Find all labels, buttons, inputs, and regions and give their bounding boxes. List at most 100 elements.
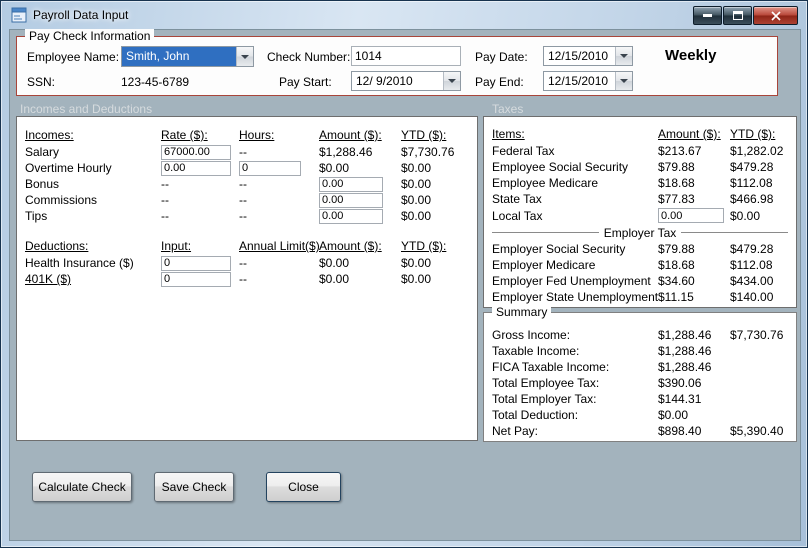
- salary-rate-input[interactable]: [161, 144, 231, 160]
- bonus-amount-input[interactable]: [319, 176, 383, 192]
- tax-row-state: State Tax $77.83 $466.98: [492, 191, 792, 207]
- tax-label: Employer Fed Unemployment: [492, 274, 651, 288]
- taxes-panel: Items: Amount ($): YTD ($): Federal Tax …: [483, 116, 797, 308]
- tax-ytd: $466.98: [730, 192, 774, 206]
- summary-amount: $1,288.46: [658, 360, 712, 374]
- deduction-amount: $0.00: [319, 256, 350, 270]
- tax-row-local: Local Tax $0.00: [492, 207, 792, 224]
- incomes-col-name: Incomes:: [25, 128, 74, 142]
- income-hours: --: [239, 177, 247, 191]
- pay-end-value: 12/15/2010: [548, 74, 609, 88]
- deductions-col-limit: Annual Limit($):: [239, 239, 319, 253]
- dropdown-arrow-icon: [620, 54, 628, 58]
- tax-amount: $18.68: [658, 176, 695, 190]
- incomes-deductions-panel: Incomes: Rate ($): Hours: Amount ($): YT…: [16, 116, 478, 441]
- local-tax-input[interactable]: [658, 208, 724, 224]
- deduction-row-health-insurance: Health Insurance ($) -- $0.00 $0.00: [25, 255, 473, 271]
- tax-ytd: $140.00: [730, 290, 774, 304]
- 401k-link[interactable]: 401K ($): [25, 272, 161, 286]
- tax-amount: $213.67: [658, 144, 702, 158]
- pay-end-picker[interactable]: 12/15/2010: [543, 71, 633, 91]
- income-amount: $0.00: [319, 161, 350, 175]
- summary-ytd: $7,730.76: [730, 328, 784, 342]
- dropdown-arrow-icon: [620, 79, 628, 83]
- taxes-col-amount: Amount ($):: [658, 127, 721, 141]
- income-row-tips: Tips -- -- $0.00: [25, 208, 473, 224]
- income-ytd: $0.00: [401, 193, 432, 207]
- employee-name-dropdown-button[interactable]: [236, 47, 253, 66]
- app-icon: [11, 7, 27, 23]
- divider-line: [492, 232, 599, 233]
- tax-ytd: $479.28: [730, 160, 774, 174]
- income-rate: --: [161, 177, 169, 191]
- tax-ytd: $0.00: [730, 208, 761, 223]
- minimize-icon: [703, 14, 712, 17]
- pay-end-dropdown-button[interactable]: [615, 72, 632, 90]
- maximize-button[interactable]: [723, 6, 752, 25]
- summary-row-total-deduction: Total Deduction: $0.00: [492, 407, 792, 423]
- tax-label: Employee Medicare: [492, 176, 599, 190]
- deduction-limit: --: [239, 256, 247, 270]
- pay-start-picker[interactable]: 12/ 9/2010: [351, 71, 461, 91]
- taxes-header-row: Items: Amount ($): YTD ($):: [492, 125, 792, 143]
- summary-amount: $0.00: [658, 408, 689, 422]
- close-window-button[interactable]: [753, 6, 798, 25]
- incomes-col-hours: Hours:: [239, 128, 275, 142]
- income-ytd: $0.00: [401, 177, 432, 191]
- save-check-button[interactable]: Save Check: [154, 472, 234, 502]
- employee-name-label: Employee Name:: [27, 50, 120, 64]
- tax-amount: $79.88: [658, 242, 695, 256]
- income-hours: --: [239, 145, 247, 159]
- health-insurance-input[interactable]: [161, 255, 231, 271]
- tax-row-employee-medicare: Employee Medicare $18.68 $112.08: [492, 175, 792, 191]
- titlebar[interactable]: Payroll Data Input: [1, 1, 807, 29]
- pay-date-dropdown-button[interactable]: [615, 47, 632, 65]
- tax-amount: $18.68: [658, 258, 695, 272]
- pay-frequency-label: Weekly: [665, 47, 717, 64]
- summary-row-total-employee-tax: Total Employee Tax: $390.06: [492, 375, 792, 391]
- income-rate: --: [161, 209, 169, 223]
- tips-amount-input[interactable]: [319, 208, 383, 224]
- check-number-label: Check Number:: [267, 50, 351, 64]
- employer-tax-divider: Employer Tax: [492, 225, 789, 240]
- deduction-row-401k: 401K ($) -- $0.00 $0.00: [25, 271, 473, 287]
- pay-end-label: Pay End:: [475, 75, 524, 89]
- pay-start-value: 12/ 9/2010: [356, 74, 413, 88]
- summary-label: Total Deduction:: [492, 408, 579, 422]
- calculate-check-button[interactable]: Calculate Check: [32, 472, 132, 502]
- minimize-button[interactable]: [693, 6, 722, 25]
- deduction-amount: $0.00: [319, 272, 350, 286]
- deduction-ytd: $0.00: [401, 256, 432, 270]
- pay-date-label: Pay Date:: [475, 50, 528, 64]
- commissions-amount-input[interactable]: [319, 192, 383, 208]
- section-incomes-deductions: Incomes and Deductions: [20, 102, 153, 116]
- tax-ytd: $1,282.02: [730, 144, 784, 158]
- check-number-input[interactable]: [351, 46, 461, 66]
- 401k-input[interactable]: [161, 271, 231, 287]
- deductions-col-amount: Amount ($):: [319, 239, 382, 253]
- tax-label: State Tax: [492, 192, 542, 206]
- summary-amount: $390.06: [658, 376, 702, 390]
- deduction-ytd: $0.00: [401, 272, 432, 286]
- deductions-header-row: Deductions: Input: Annual Limit($): Amou…: [25, 237, 473, 255]
- pay-date-picker[interactable]: 12/15/2010: [543, 46, 633, 66]
- ssn-label: SSN:: [27, 75, 56, 89]
- close-button[interactable]: Close: [266, 472, 341, 502]
- overtime-rate-input[interactable]: [161, 160, 231, 176]
- summary-label: Total Employer Tax:: [492, 392, 597, 406]
- income-hours: --: [239, 193, 247, 207]
- summary-group-title: Summary: [492, 305, 552, 319]
- tax-row-federal: Federal Tax $213.67 $1,282.02: [492, 143, 792, 159]
- pay-start-dropdown-button[interactable]: [443, 72, 460, 90]
- tax-label: Employer Social Security: [492, 242, 626, 256]
- tax-ytd: $112.08: [730, 258, 773, 272]
- taxes-col-ytd: YTD ($):: [730, 127, 776, 141]
- summary-amount: $144.31: [658, 392, 702, 406]
- overtime-hours-input[interactable]: [239, 160, 301, 176]
- employer-tax-header: Employer Tax: [603, 225, 677, 240]
- tax-ytd: $434.00: [730, 274, 774, 288]
- summary-amount: $1,288.46: [658, 344, 712, 358]
- employee-name-combobox[interactable]: Smith, John: [121, 46, 254, 67]
- summary-row-gross: Gross Income: $1,288.46 $7,730.76: [492, 327, 792, 343]
